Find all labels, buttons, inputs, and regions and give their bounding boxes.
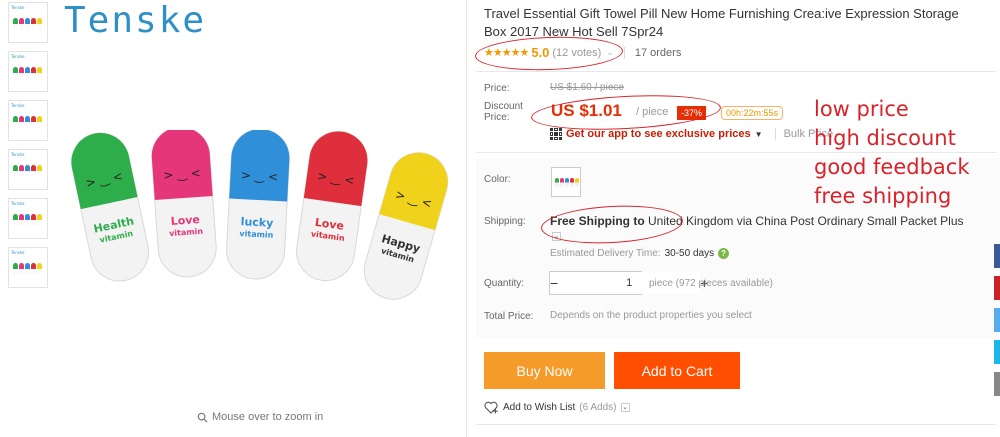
thumbnail[interactable]: Tenske xyxy=(8,149,48,190)
thumbnail-brand: Tenske xyxy=(11,54,25,59)
original-price: US $1.60 / piece xyxy=(550,82,624,93)
thumbnail[interactable]: Tenske xyxy=(8,247,48,288)
quantity-label: Quantity: xyxy=(484,278,525,289)
shipping-method[interactable]: United Kingdom via China Post Ordinary S… xyxy=(648,214,963,228)
heart-plus-icon xyxy=(484,401,498,414)
share-rail xyxy=(994,244,1000,404)
color-option-swatch[interactable] xyxy=(551,167,581,197)
facebook-icon[interactable] xyxy=(994,244,1000,268)
zoom-hint: Mouse over to zoom in xyxy=(197,411,323,423)
twitter-icon[interactable] xyxy=(994,308,1000,332)
add-to-cart-button[interactable]: Add to Cart xyxy=(614,352,740,389)
total-price-label: Total Price: xyxy=(484,311,534,322)
color-label: Color: xyxy=(484,174,511,185)
vk-icon[interactable] xyxy=(994,340,1000,364)
pill-label: Love xyxy=(170,213,200,228)
pill-illustration: > ‿ <Healthvitamin> ‿ <Lovevitamin> ‿ <l… xyxy=(70,130,449,300)
pill-capsule: > ‿ <Lovevitamin xyxy=(151,130,217,278)
price-unit: / piece xyxy=(636,106,669,118)
annotation-note: low price xyxy=(814,97,909,121)
thumbnail-list: Tenske Tenske Tenske Tenske Tenske Tensk… xyxy=(8,2,48,296)
pinterest-icon[interactable] xyxy=(994,276,1000,300)
delivery-estimate: Estimated Delivery Time: 30-50 days ? xyxy=(550,248,730,259)
chevron-down-icon[interactable]: ⌄ xyxy=(620,403,630,412)
thumbnail[interactable]: Tenske xyxy=(8,51,48,92)
thumbnail-brand: Tenske xyxy=(11,5,25,10)
shipping-label: Shipping: xyxy=(484,216,526,227)
svg-text:> ‿ <: > ‿ < xyxy=(240,168,278,184)
pill-label: lucky xyxy=(240,215,273,230)
more-share-icon[interactable] xyxy=(994,372,1000,396)
help-icon[interactable]: ? xyxy=(718,248,730,259)
thumbnail-brand: Tenske xyxy=(11,103,25,108)
svg-text:> ‿ <: > ‿ < xyxy=(163,166,201,183)
quantity-stepper: − + xyxy=(549,271,708,295)
pill-label: vitamin xyxy=(239,229,274,240)
wishlist-row[interactable]: Add to Wish List (6 Adds) ⌄ xyxy=(484,401,630,414)
total-price-value: Depends on the product properties you se… xyxy=(550,310,752,321)
rating-stars-icon: ★★★★★ xyxy=(484,47,529,59)
pill-capsule: > ‿ <Happyvitamin xyxy=(363,152,449,300)
column-divider xyxy=(466,0,467,437)
buy-now-button[interactable]: Buy Now xyxy=(484,352,605,389)
discount-price-label: Discount Price: xyxy=(484,101,523,123)
rating-row: ★★★★★ 5.0 (12 votes) ⌄ 17 orders xyxy=(484,45,681,60)
discount-price: US $1.01 xyxy=(551,101,622,120)
annotation-note: high discount xyxy=(814,126,956,150)
free-shipping-text: Free Shipping to xyxy=(550,214,645,228)
wishlist-count: (6 Adds) xyxy=(579,402,617,413)
pill-capsule: > ‿ <Healthvitamin xyxy=(70,132,150,282)
annotation-note: good feedback xyxy=(814,155,970,179)
quantity-available: piece (972 pieces available) xyxy=(649,278,773,289)
zoom-hint-text: Mouse over to zoom in xyxy=(212,411,324,423)
pill-capsule: > ‿ < luckyvitamin xyxy=(226,130,290,280)
magnifier-icon xyxy=(197,412,208,423)
annotation-notes: low price high discount good feedback fr… xyxy=(814,95,970,211)
divider xyxy=(476,71,996,72)
pill-capsule: > ‿ <Lovevitamin xyxy=(296,130,368,282)
product-title: Travel Essential Gift Towel Pill New Hom… xyxy=(484,6,959,39)
thumbnail-brand: Tenske xyxy=(11,250,25,255)
caret-down-icon[interactable]: ▼ xyxy=(755,130,763,139)
app-promo-link[interactable]: Get our app to see exclusive prices xyxy=(566,128,751,140)
thumbnail-brand: Tenske xyxy=(11,201,25,206)
votes-link[interactable]: (12 votes) xyxy=(552,47,601,59)
qr-code-icon xyxy=(550,128,562,140)
brand-logo: Tenske xyxy=(64,0,207,41)
chevron-down-icon[interactable]: ⌄ xyxy=(606,47,614,58)
thumbnail[interactable]: Tenske xyxy=(8,100,48,141)
divider xyxy=(476,424,996,425)
annotation-note: free shipping xyxy=(814,184,952,208)
chevron-down-icon[interactable]: ⌄ xyxy=(552,232,561,242)
discount-badge: -37% xyxy=(677,106,707,120)
countdown-timer: 00h:22m:55s xyxy=(721,106,784,120)
delivery-label: Estimated Delivery Time: xyxy=(550,248,661,259)
wishlist-label[interactable]: Add to Wish List xyxy=(503,402,575,413)
delivery-days: 30-50 days xyxy=(664,248,715,259)
thumbnail[interactable]: Tenske xyxy=(8,198,48,239)
app-promo: Get our app to see exclusive prices ▼ Bu… xyxy=(550,128,833,140)
rating-value: 5.0 xyxy=(531,45,550,60)
decrease-button[interactable]: − xyxy=(550,272,558,294)
thumbnail[interactable]: Tenske xyxy=(8,2,48,43)
orders-count: 17 orders xyxy=(623,46,681,59)
thumbnail-brand: Tenske xyxy=(11,152,25,157)
shipping-info: Free Shipping to United Kingdom via Chin… xyxy=(550,214,970,244)
price-label: Price: xyxy=(484,83,510,94)
